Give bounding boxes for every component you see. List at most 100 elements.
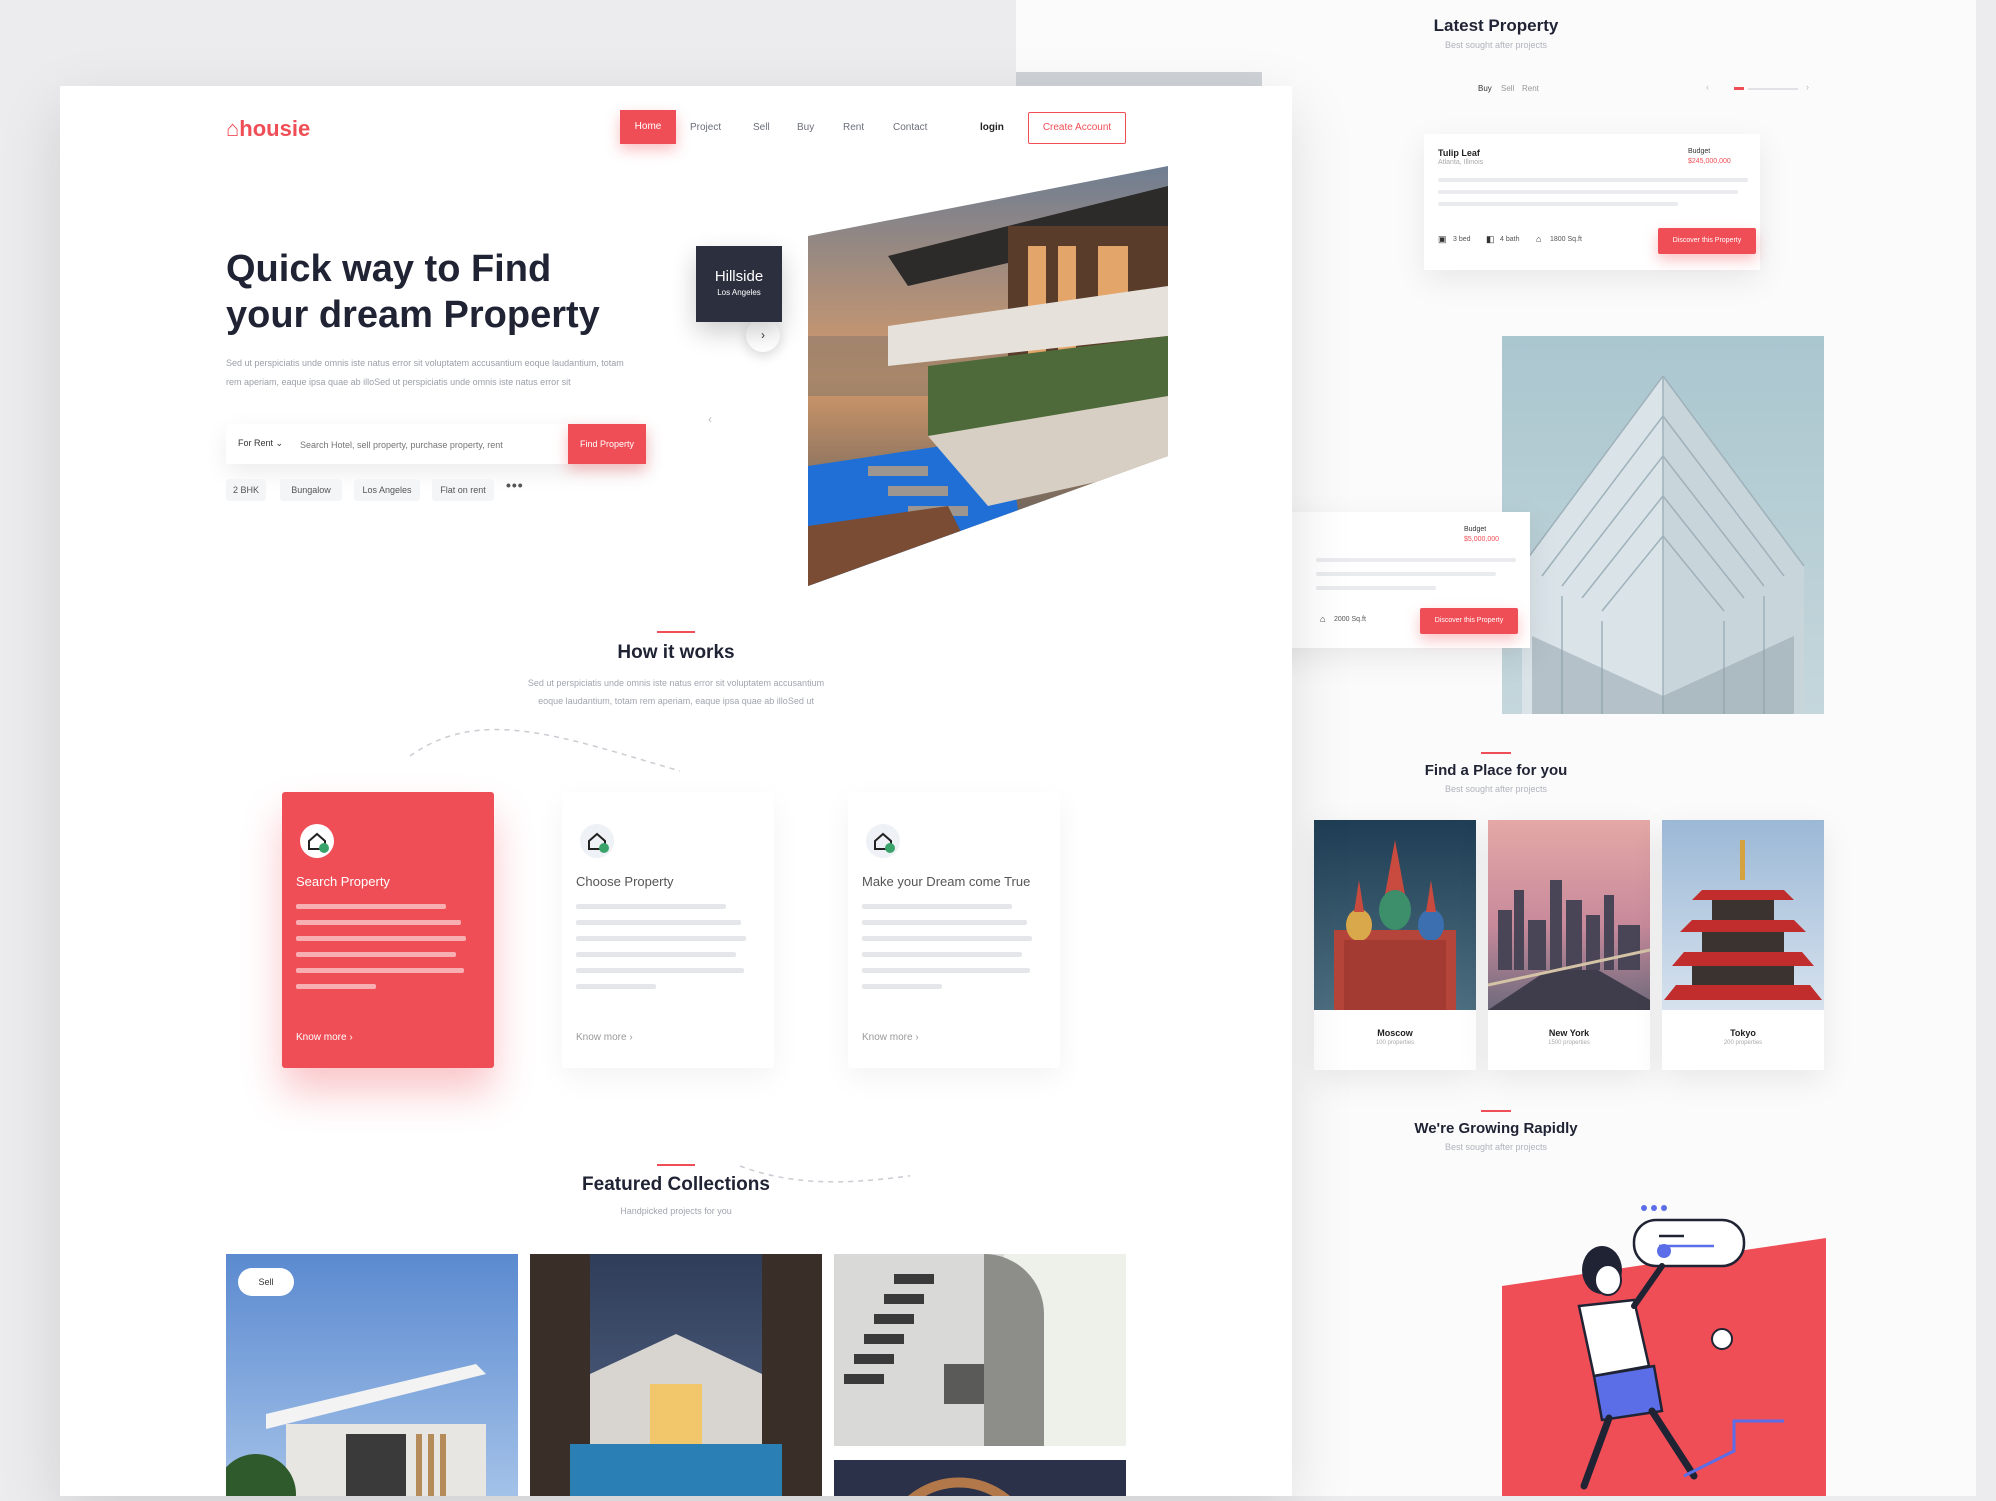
city-count: 200 properties (1723, 1040, 1763, 1046)
nav-home[interactable]: Home (620, 110, 676, 144)
nav-contact[interactable]: Contact (893, 122, 927, 133)
property-card-tulip-leaf[interactable]: Tulip Leaf Atlanta, Illinois Budget $245… (1424, 134, 1760, 270)
brand-name: housie (239, 116, 311, 141)
featured-title: Featured Collections (582, 1174, 770, 1195)
featured-photo-2[interactable] (530, 1254, 822, 1496)
know-more-link[interactable]: Know more › (862, 1032, 919, 1043)
search-input[interactable] (298, 434, 570, 456)
hero-title-line2: your dream Property (226, 294, 600, 336)
area-value: 2000 Sq.ft (1334, 616, 1366, 623)
budget-value: $5,000,000 (1464, 536, 1500, 543)
know-more-link[interactable]: Know more › (296, 1032, 353, 1043)
nav-buy[interactable]: Buy (797, 122, 814, 133)
desc-line (1438, 202, 1678, 206)
step-description (576, 904, 746, 1000)
step-card-choose-property[interactable]: Choose Property Know more › (562, 792, 774, 1068)
featured-photo-3[interactable] (834, 1254, 1126, 1446)
step-card-search-property[interactable]: Search Property Know more › (282, 792, 494, 1068)
next-arrow-icon[interactable]: › (1806, 82, 1809, 92)
area-icon: ⌂ (1320, 614, 1326, 624)
front-page: ⌂housie Home Project Sell Buy Rent Conta… (60, 86, 1292, 1496)
featured-subtitle: Handpicked projects for you (620, 1206, 732, 1216)
nav-rent[interactable]: Rent (843, 122, 864, 133)
prev-arrow-icon[interactable]: ‹ (1706, 82, 1709, 92)
bath-icon: ◧ (1486, 234, 1495, 244)
area-icon: ⌂ (1536, 234, 1542, 244)
city-count: 100 properties (1375, 1040, 1415, 1046)
home-star-icon (866, 824, 900, 858)
section-accent (657, 1164, 695, 1166)
section-accent (1481, 752, 1511, 754)
budget-label: Budget (1688, 148, 1711, 155)
featured-photo-1[interactable]: Sell (226, 1254, 518, 1496)
tab-rent[interactable]: Rent (1522, 84, 1539, 93)
city-card-moscow[interactable]: Moscow 100 properties (1314, 820, 1476, 1070)
hero-next-arrow-icon[interactable]: › (746, 318, 780, 352)
chevron-right-icon: › (915, 1032, 919, 1043)
city-photo-new-york (1488, 820, 1650, 1010)
how-it-works-description: Sed ut perspiciatis unde omnis iste natu… (527, 678, 825, 706)
city-name: New York (1548, 1028, 1590, 1038)
search-bar: For Rent ⌄ Find Property (226, 424, 646, 464)
section-accent (657, 631, 695, 633)
desc-line (1438, 178, 1748, 182)
know-more-link[interactable]: Know more › (576, 1032, 633, 1043)
pager-active-dot[interactable] (1734, 87, 1744, 90)
desc-line (1438, 190, 1738, 194)
step-description (862, 904, 1032, 1000)
hero-title-line1: Quick way to Find (226, 248, 552, 290)
latest-photo-glass-tower (1502, 336, 1824, 714)
tag-los-angeles[interactable]: Los Angeles (354, 479, 420, 501)
find-property-button[interactable]: Find Property (568, 424, 646, 464)
pager-track (1748, 88, 1798, 90)
discover-property-button[interactable]: Discover this Property (1420, 608, 1518, 634)
tag-2bhk[interactable]: 2 BHK (226, 479, 266, 501)
nav-project[interactable]: Project (690, 122, 721, 133)
step-title: Choose Property (576, 874, 674, 889)
featured-photo-4[interactable] (834, 1460, 1126, 1496)
sell-badge: Sell (238, 1268, 294, 1296)
budget-label: Budget (1464, 526, 1487, 533)
property-type-select[interactable]: For Rent ⌄ (238, 438, 283, 449)
city-name: Tokyo (1730, 1028, 1756, 1038)
city-card-tokyo[interactable]: Tokyo 200 properties (1662, 820, 1824, 1070)
section-accent (1481, 1110, 1511, 1112)
tag-bungalow[interactable]: Bungalow (280, 479, 342, 501)
hero-prev-arrow-icon[interactable]: ‹ (708, 412, 712, 426)
step-title: Search Property (296, 874, 390, 889)
create-account-button[interactable]: Create Account (1028, 112, 1126, 144)
beds-count: 3 bed (1453, 236, 1471, 243)
more-dots-icon[interactable]: ••• (506, 477, 524, 493)
chevron-down-icon: ⌄ (273, 438, 284, 448)
home-search-icon (300, 824, 334, 858)
desc-line (1316, 586, 1436, 590)
city-photo-moscow (1314, 820, 1476, 1010)
tab-buy[interactable]: Buy (1478, 84, 1492, 93)
city-card-new-york[interactable]: New York 1500 properties (1488, 820, 1650, 1070)
home-check-icon (580, 824, 614, 858)
hero-title: Quick way to Find your dream Property (226, 246, 600, 338)
nav-sell[interactable]: Sell (753, 122, 770, 133)
step-description (296, 904, 466, 1000)
places-subtitle: Best sought after projects (1444, 784, 1548, 794)
home-logo-icon: ⌂ (226, 116, 240, 141)
badge-subtitle: Los Angeles (717, 288, 761, 297)
tag-flat-on-rent[interactable]: Flat on rent (432, 479, 494, 501)
how-it-works-title: How it works (617, 642, 735, 663)
city-name: Moscow (1377, 1028, 1413, 1038)
step-card-make-dream[interactable]: Make your Dream come True Know more › (848, 792, 1060, 1068)
property-location: Atlanta, Illinois (1438, 159, 1484, 166)
glass-tower-illustration (1521, 375, 1805, 714)
discover-property-button[interactable]: Discover this Property (1658, 228, 1756, 254)
city-count: 1500 properties (1548, 1040, 1590, 1046)
desc-line (1316, 558, 1516, 562)
tab-sell[interactable]: Sell (1501, 84, 1514, 93)
chevron-right-icon: › (349, 1032, 353, 1043)
baths-count: 4 bath (1500, 236, 1520, 243)
growing-subtitle: Best sought after projects (1444, 1142, 1548, 1152)
hero-description: Sed ut perspiciatis unde omnis iste natu… (226, 358, 624, 387)
chevron-right-icon: › (629, 1032, 633, 1043)
brand-logo[interactable]: ⌂housie (226, 116, 310, 142)
login-link[interactable]: login (980, 122, 1004, 133)
latest-title: Latest Property (1433, 16, 1559, 35)
